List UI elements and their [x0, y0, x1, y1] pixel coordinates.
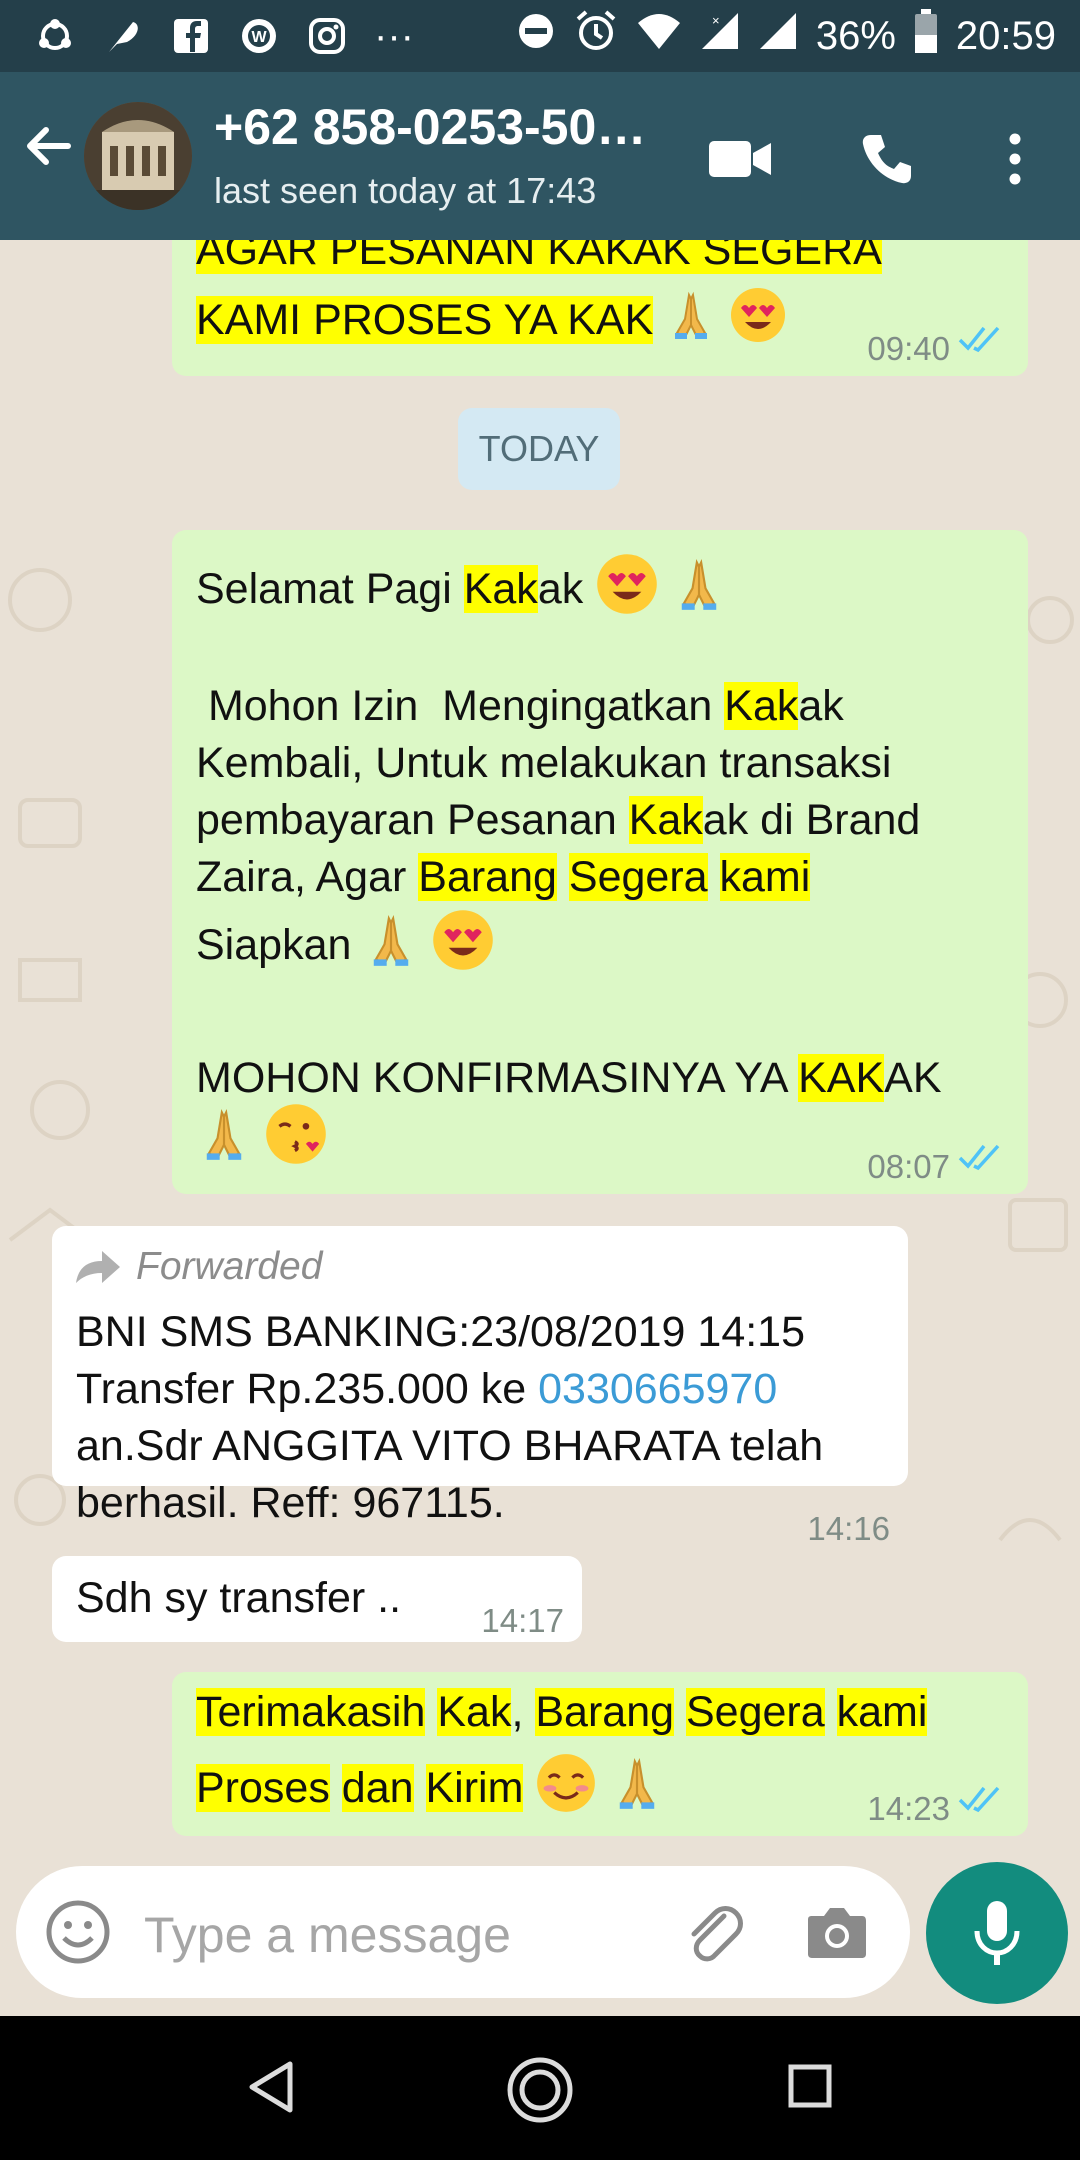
- heart-eyes-emoji: [729, 286, 787, 359]
- system-indicators: × 36% 20:59: [516, 9, 1056, 63]
- nav-home-icon[interactable]: [506, 2056, 574, 2129]
- voice-call-icon[interactable]: [852, 124, 922, 194]
- message-time: 14:17: [481, 1602, 564, 1639]
- clock: 20:59: [955, 13, 1056, 58]
- message-bubble-outgoing[interactable]: Selamat Pagi Kakak Mohon Izin Mengingatk…: [172, 530, 1028, 1194]
- feather-icon: [102, 15, 144, 57]
- battery-percent: 36%: [815, 13, 896, 58]
- message-text: Selamat Pagi Kakak: [196, 552, 727, 631]
- message-text: Zaira, Agar Barang Segera kami: [196, 853, 811, 901]
- message-text: Mohon Izin Mengingatkan Kakak: [196, 682, 844, 730]
- message-bubble-incoming[interactable]: Sdh sy transfer .. 14:17: [52, 1556, 582, 1642]
- sync-icon: [34, 15, 76, 57]
- message-text: BNI SMS BANKING:23/08/2019 14:15: [76, 1308, 806, 1356]
- camera-icon[interactable]: [806, 1904, 868, 1965]
- system-navigation-bar: [0, 2016, 1080, 2160]
- message-text: Terimakasih Kak, Barang Segera kami: [196, 1688, 928, 1736]
- highlighted-text: KAMI PROSES YA KAK: [196, 295, 654, 344]
- forwarded-label: Forwarded: [136, 1245, 323, 1288]
- message-emojis: [196, 1102, 328, 1181]
- smiling-blush-emoji: [535, 1752, 597, 1829]
- message-text: an.Sdr ANGGITA VITO BHARATA telah: [76, 1422, 824, 1470]
- read-receipt-icon: [958, 1144, 1000, 1171]
- notification-icons: W ···: [34, 12, 414, 60]
- message-text: berhasil. Reff: 967115.: [76, 1479, 505, 1527]
- video-call-icon[interactable]: [706, 124, 776, 194]
- message-composer[interactable]: Type a message: [16, 1866, 910, 1998]
- message-bubble-outgoing[interactable]: AGAR PESANAN KAKAK SEGERA KAMI PROSES YA…: [172, 240, 1028, 376]
- folded-hands-emoji: [609, 1755, 665, 1826]
- signal-icon-2: [758, 11, 798, 61]
- attach-icon[interactable]: [684, 1902, 746, 1969]
- message-text: KAMI PROSES YA KAK: [196, 286, 787, 359]
- date-divider: TODAY: [458, 408, 620, 490]
- message-time: 08:07: [867, 1148, 950, 1185]
- forward-arrow-icon: [76, 1250, 120, 1283]
- heart-eyes-emoji: [595, 552, 659, 631]
- message-time: 09:40: [867, 330, 950, 367]
- message-text: Proses dan Kirim: [196, 1752, 665, 1829]
- message-text: AGAR PESANAN KAKAK SEGERA: [196, 240, 882, 279]
- svg-text:×: ×: [712, 13, 720, 28]
- whatsapp-business-icon: W: [238, 15, 280, 57]
- message-bubble-incoming[interactable]: Forwarded BNI SMS BANKING:23/08/2019 14:…: [52, 1226, 908, 1547]
- chat-header: +62 858-0253-50… last seen today at 17:4…: [0, 72, 1080, 240]
- voice-message-button[interactable]: [926, 1862, 1068, 2004]
- heart-eyes-emoji: [431, 908, 495, 987]
- instagram-icon: [306, 15, 348, 57]
- nav-recents-icon[interactable]: [788, 2064, 832, 2113]
- message-time: 14:16: [807, 1510, 890, 1547]
- overflow-menu-icon[interactable]: [980, 124, 1050, 194]
- nav-back-icon[interactable]: [246, 2060, 296, 2119]
- message-text: Kembali, Untuk melakukan transaksi: [196, 739, 892, 787]
- message-text: Transfer Rp.235.000 ke 0330665970: [76, 1365, 778, 1413]
- forwarded-indicator: Forwarded: [74, 1238, 322, 1295]
- folded-hands-emoji: [363, 912, 419, 983]
- message-text: pembayaran Pesanan Kakak di Brand: [196, 796, 921, 844]
- folded-hands-emoji: [671, 556, 727, 627]
- message-time: 14:23: [867, 1790, 950, 1827]
- folded-hands-emoji: [196, 1106, 252, 1177]
- last-seen-status: last seen today at 17:43: [214, 170, 597, 211]
- back-arrow-icon[interactable]: [20, 118, 76, 174]
- chat-area[interactable]: AGAR PESANAN KAKAK SEGERA KAMI PROSES YA…: [0, 240, 1080, 1850]
- facebook-icon: [170, 15, 212, 57]
- kissing-heart-emoji: [264, 1102, 328, 1181]
- message-text: Sdh sy transfer ..: [76, 1574, 402, 1622]
- signal-icon-1: ×: [700, 11, 740, 61]
- emoji-icon[interactable]: [44, 1898, 112, 1971]
- svg-text:W: W: [251, 29, 267, 46]
- status-bar: W ··· × 36% 20:59: [0, 0, 1080, 72]
- highlighted-text: AGAR PESANAN KAKAK SEGERA: [196, 240, 882, 274]
- message-bubble-outgoing[interactable]: Terimakasih Kak, Barang Segera kami Pros…: [172, 1672, 1028, 1836]
- read-receipt-icon: [958, 326, 1000, 353]
- folded-hands-emoji: [665, 289, 717, 356]
- contact-avatar[interactable]: [84, 102, 192, 210]
- alarm-icon: [574, 9, 618, 63]
- battery-icon: [914, 9, 938, 63]
- read-receipt-icon: [958, 1786, 1000, 1813]
- wifi-icon: [636, 11, 682, 61]
- message-input[interactable]: Type a message: [144, 1906, 511, 1964]
- microphone-icon: [974, 1901, 1020, 1965]
- message-text: Siapkan: [196, 908, 495, 987]
- contact-name[interactable]: +62 858-0253-50…: [214, 98, 646, 156]
- message-text: MOHON KONFIRMASINYA YA KAKAK: [196, 1054, 942, 1102]
- more-notifications: ···: [374, 13, 414, 58]
- do-not-disturb-icon: [516, 11, 556, 61]
- account-number-link[interactable]: 0330665970: [538, 1365, 777, 1413]
